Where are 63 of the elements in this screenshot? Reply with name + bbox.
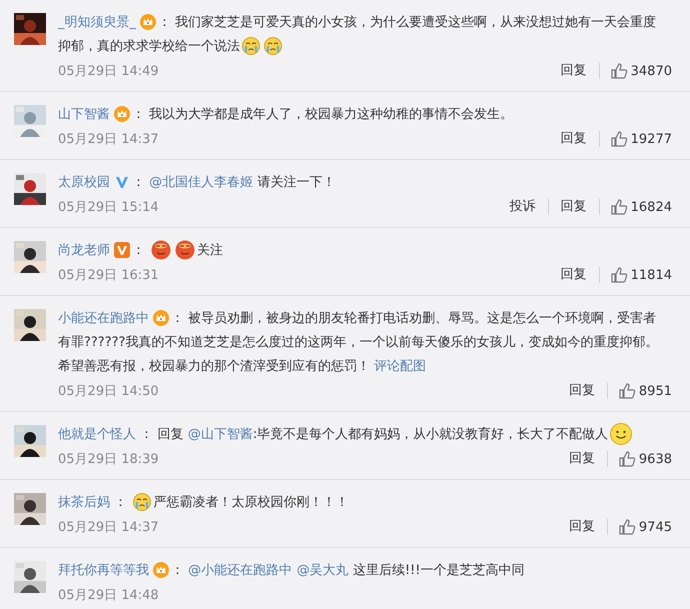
verified-icon bbox=[114, 174, 130, 190]
like-count: 11814 bbox=[630, 268, 672, 282]
like-count: 9638 bbox=[638, 452, 672, 466]
username-link[interactable]: 他就是个怪人 bbox=[58, 427, 136, 442]
action-link[interactable]: 回复 bbox=[556, 383, 608, 399]
crying-face-icon bbox=[242, 37, 260, 56]
action-link[interactable]: 回复 bbox=[548, 131, 600, 147]
comment-text: 小能还在跑路中 ： 被导员劝删，被身边的朋友轮番打电话劝删、辱骂。这是怎么一个环境啊，受害者有罪??????我真的不知道芝芝是怎么度过的这两年，一个以前每天傻乐的女孩儿，变成如今的重度抑郁。希望善恶有报，校园暴力的那个渣滓受到应有的惩罚！ 评论配图 bbox=[58, 309, 660, 376]
image-link[interactable]: 评论配图 bbox=[374, 359, 426, 374]
face-icon bbox=[151, 240, 172, 260]
action-link[interactable]: 回复 bbox=[548, 267, 600, 283]
comment-text: 拜托你再等等我 ： @小能还在跑路中 @吴大丸 这里后续!!!一个是芝芝高中同 bbox=[58, 561, 526, 580]
like-count: 19277 bbox=[630, 132, 672, 146]
comment-text: 抹茶后妈 ： 严惩霸凌者！太原校园你刚！！！ bbox=[58, 492, 350, 514]
username-link[interactable]: 山下智酱 bbox=[58, 107, 110, 122]
username-link[interactable]: _明知须臾景_ bbox=[58, 15, 136, 30]
smiling-face-icon bbox=[610, 423, 632, 446]
username-link[interactable]: 太原校园 bbox=[58, 175, 110, 190]
comment-text: 太原校园 ： @北国佳人李春姬 请关注一下！ bbox=[58, 173, 336, 192]
crown-icon bbox=[153, 562, 169, 578]
username-link[interactable]: 尚龙老师 bbox=[58, 243, 110, 258]
thumbs-up-icon[interactable] bbox=[610, 62, 628, 80]
action-link[interactable]: 投诉 bbox=[498, 199, 549, 215]
comment-time: 05月29日 14:48 bbox=[58, 587, 159, 604]
crown-icon bbox=[153, 310, 169, 326]
crown-icon bbox=[140, 14, 156, 30]
thumbs-up-icon[interactable] bbox=[610, 130, 628, 148]
comment-text: 他就是个怪人 ： 回复 @山下智酱:毕竟不是每个人都有妈妈，从小就没教育好，长大了不配做人 bbox=[58, 423, 672, 447]
mention-link[interactable]: @吴大丸 bbox=[296, 563, 349, 578]
username-link[interactable]: 拜托你再等等我 bbox=[58, 563, 149, 578]
like-count: 16824 bbox=[630, 200, 672, 214]
action-link[interactable]: 回复 bbox=[556, 519, 608, 535]
comment-text: 尚龙老师 ： 关注 bbox=[58, 239, 672, 263]
comment-time: 05月29日 15:14 bbox=[58, 199, 159, 216]
thumbs-up-icon[interactable] bbox=[618, 382, 636, 400]
crown-icon bbox=[114, 106, 130, 122]
thumbs-up-icon[interactable] bbox=[618, 450, 636, 468]
verified-icon bbox=[114, 242, 130, 258]
action-link[interactable]: 回复 bbox=[556, 451, 608, 467]
face-icon bbox=[175, 240, 196, 260]
comment-time: 05月29日 16:31 bbox=[58, 267, 159, 284]
comment-time: 05月29日 14:37 bbox=[58, 131, 159, 148]
thumbs-up-icon[interactable] bbox=[610, 198, 628, 216]
comment-text: _明知须臾景_ ： 我们家芝芝是可爱天真的小女孩，为什么要遭受这些啊，从来没想过她有一天会重度抑郁，真的求求学校给一个说法 bbox=[58, 13, 658, 58]
crying-face-icon bbox=[133, 493, 152, 512]
like-count: 9745 bbox=[638, 520, 672, 534]
mention-link[interactable]: @北国佳人李春姬 bbox=[149, 175, 254, 190]
comment-time: 05月29日 14:49 bbox=[58, 63, 159, 80]
mention-link[interactable]: @山下智酱 bbox=[188, 427, 253, 442]
comment-text: 山下智酱 ： 我以为大学都是成年人了，校园暴力这种幼稚的事情不会发生。 bbox=[58, 105, 514, 124]
comment-time: 05月29日 18:39 bbox=[58, 451, 159, 468]
like-count: 34870 bbox=[630, 64, 672, 78]
thumbs-up-icon[interactable] bbox=[618, 518, 636, 536]
crying-face-icon bbox=[264, 37, 282, 56]
action-link[interactable]: 回复 bbox=[548, 199, 600, 215]
comment-time: 05月29日 14:37 bbox=[58, 519, 159, 536]
comment-time: 05月29日 14:50 bbox=[58, 383, 159, 400]
username-link[interactable]: 抹茶后妈 bbox=[58, 495, 110, 510]
like-count: 8951 bbox=[638, 384, 672, 398]
action-link[interactable]: 回复 bbox=[548, 63, 600, 79]
mention-link[interactable]: @小能还在跑路中 bbox=[188, 563, 292, 578]
thumbs-up-icon[interactable] bbox=[610, 266, 628, 284]
username-link[interactable]: 小能还在跑路中 bbox=[58, 311, 149, 326]
